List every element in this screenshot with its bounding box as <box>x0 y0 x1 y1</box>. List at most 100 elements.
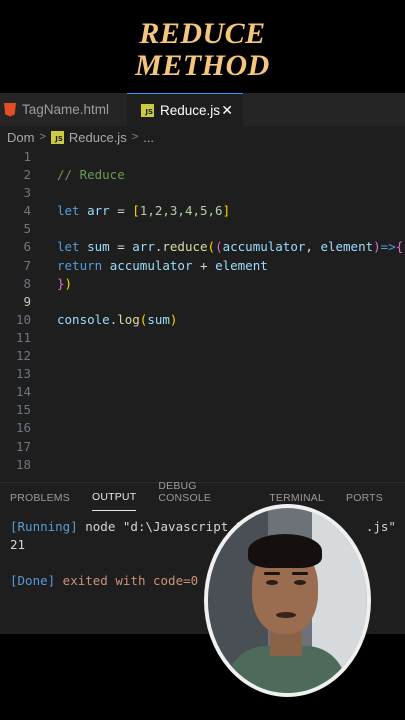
close-icon[interactable]: ✕ <box>221 102 233 119</box>
line-number: 13 <box>15 366 31 382</box>
variable: arr <box>87 203 110 219</box>
arrow-operator: => <box>380 239 396 255</box>
variable: accumulator <box>109 257 193 273</box>
operator: = <box>109 239 133 255</box>
tab-problems[interactable]: PROBLEMS <box>10 492 70 511</box>
code-line: 15 <box>0 401 405 419</box>
code-line: 11 <box>0 329 405 347</box>
tab-label: Reduce.js <box>160 102 221 118</box>
chevron-right-icon: > <box>39 131 46 143</box>
variable: element <box>215 257 268 273</box>
code-line: 4 let arr = [1,2,3,4,5,6] <box>0 202 405 220</box>
code-line: 13 <box>0 365 405 383</box>
line-number: 9 <box>23 293 31 309</box>
chevron-right-icon: > <box>131 131 139 143</box>
line-number: 2 <box>23 167 31 183</box>
line-number: 16 <box>15 420 31 436</box>
bracket: } <box>57 275 65 291</box>
code-line: 12 <box>0 347 405 365</box>
code-line: 10 console.log(sum) <box>0 311 405 329</box>
result-value: 21 <box>10 537 26 552</box>
bracket: [ <box>132 203 140 219</box>
line-number: 18 <box>15 456 31 472</box>
code-text: console.log(sum) <box>57 311 177 329</box>
bracket: ) <box>373 239 381 255</box>
title-line-1: REDUCE <box>139 17 266 50</box>
function-name: reduce <box>162 239 208 255</box>
breadcrumb-folder[interactable]: Dom <box>0 130 34 145</box>
parameter: accumulator <box>222 239 306 255</box>
number-list: 1,2,3,4,5,6 <box>139 203 223 219</box>
presenter-hair <box>248 534 322 568</box>
running-command-tail: .js" <box>365 519 396 534</box>
code-line: 16 <box>0 419 405 437</box>
presenter-brow <box>264 572 280 575</box>
panel-tabs: PROBLEMS OUTPUT DEBUG CONSOLE TERMINAL P… <box>0 480 405 511</box>
code-line: 8}) <box>0 275 405 293</box>
bracket: ( <box>207 239 216 255</box>
line-number: 4 <box>23 203 31 219</box>
webcam-overlay <box>204 504 371 697</box>
javascript-file-icon: JS <box>141 103 154 117</box>
bracket: ( <box>215 239 223 255</box>
presenter-eye <box>266 580 278 585</box>
code-line: 1 <box>0 148 405 166</box>
code-line: 14 <box>0 383 405 401</box>
line-number: 10 <box>15 311 31 327</box>
keyword: let <box>57 203 80 219</box>
line-number: 15 <box>15 402 31 418</box>
line-number: 5 <box>23 221 31 237</box>
code-line: 18 <box>0 456 405 474</box>
bracket: ] <box>222 203 231 219</box>
code-area[interactable]: 1 2// Reduce 3 4 let arr = [1,2,3,4,5,6] … <box>0 148 405 475</box>
code-line: 6 let sum = arr.reduce((accumulator, elem… <box>0 238 405 256</box>
done-tag: [Done] <box>10 573 56 588</box>
tab-output[interactable]: OUTPUT <box>91 491 137 511</box>
presenter-eye <box>294 580 306 585</box>
function-name: log <box>117 311 140 327</box>
bracket: { <box>395 239 404 255</box>
variable: arr <box>132 239 155 255</box>
code-line-current: 9 <box>0 293 405 311</box>
done-text: exited with code=0 i <box>55 573 214 588</box>
operator: = <box>109 203 133 219</box>
line-number: 6 <box>23 239 31 255</box>
line-number: 14 <box>15 384 31 400</box>
line-number: 1 <box>23 149 31 164</box>
editor-tab-bar: TagName.html JS Reduce.js ✕ <box>0 93 405 126</box>
html5-icon <box>4 102 16 117</box>
keyword: return <box>57 257 103 273</box>
code-text: }) <box>57 275 72 293</box>
javascript-file-icon: JS <box>50 130 64 144</box>
line-number: 12 <box>15 348 31 364</box>
code-line: 17 <box>0 438 405 456</box>
tab-tagname-html[interactable]: TagName.html <box>0 93 127 126</box>
line-number: 8 <box>23 275 31 291</box>
code-line: 3 <box>0 184 405 202</box>
presenter-brow <box>292 572 308 575</box>
code-line: 5 <box>0 220 405 238</box>
variable: console <box>57 311 110 327</box>
presenter-mouth <box>276 612 296 618</box>
line-number: 11 <box>15 329 31 345</box>
keyword: let <box>57 239 80 255</box>
variable: sum <box>147 311 170 327</box>
running-tag: [Running] <box>10 519 78 534</box>
tab-reduce-js[interactable]: JS Reduce.js ✕ <box>127 93 243 126</box>
code-text: let arr = [1,2,3,4,5,6] <box>57 202 230 220</box>
line-number: 17 <box>15 438 31 454</box>
code-comment: // Reduce <box>57 167 125 183</box>
tab-label: TagName.html <box>22 102 110 117</box>
breadcrumb-more[interactable]: ... <box>143 130 154 145</box>
line-number: 7 <box>23 257 31 273</box>
tab-debug-console[interactable]: DEBUG CONSOLE <box>158 480 247 511</box>
line-number: 3 <box>23 185 31 201</box>
breadcrumb-file[interactable]: Reduce.js <box>69 130 127 145</box>
operator: , <box>305 239 321 255</box>
parameter: element <box>320 239 374 255</box>
code-line: 2 // Reduce <box>0 166 405 184</box>
code-text: let sum = arr.reduce((accumulator, eleme… <box>57 238 403 256</box>
title-line-2: METHOD <box>135 49 270 82</box>
code-line: 7 return accumulator + element <box>0 257 405 275</box>
bracket: ) <box>169 311 178 327</box>
